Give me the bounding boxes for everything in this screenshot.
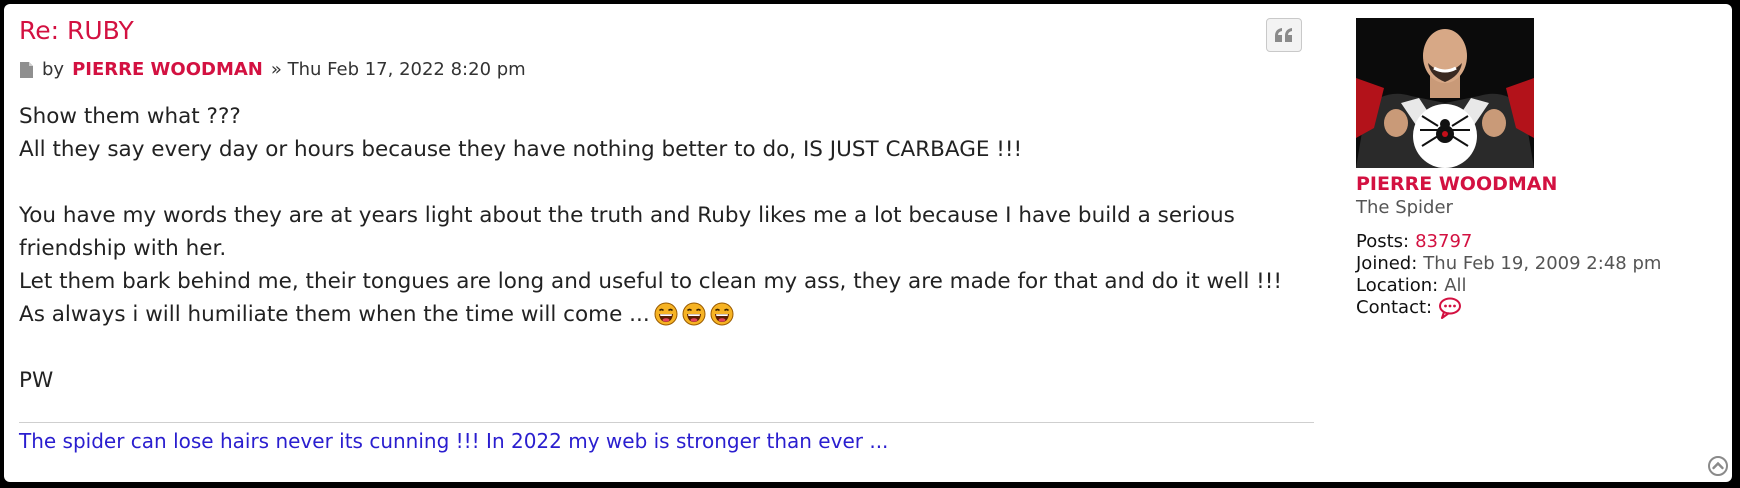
by-label: by: [42, 59, 65, 80]
laughing-emoji-icon: [654, 302, 678, 326]
speech-bubble-icon[interactable]: [1438, 297, 1462, 319]
joined-date: Thu Feb 19, 2009 2:48 pm: [1423, 253, 1662, 274]
profile-posts: Posts: 83797: [1356, 231, 1661, 253]
posts-label: Posts:: [1356, 231, 1410, 252]
location-label: Location:: [1356, 275, 1439, 296]
post-container: Re: RUBY by PIERRE WOODMAN » Thu Feb 17,…: [4, 4, 1732, 482]
post-line: Let them bark behind me, their tongues a…: [19, 269, 1282, 294]
emoji-group: [650, 302, 734, 327]
post-author-link[interactable]: PIERRE WOODMAN: [72, 59, 263, 80]
post-date: » Thu Feb 17, 2022 8:20 pm: [270, 59, 526, 80]
post-content: Show them what ??? All they say every da…: [19, 100, 1289, 397]
signature-divider: [19, 422, 1314, 423]
post-line: You have my words they are at years ligh…: [19, 203, 1235, 228]
profile-contact: Contact:: [1356, 297, 1661, 319]
chevron-up-circle-icon[interactable]: [1708, 456, 1728, 476]
signature: The spider can lose hairs never its cunn…: [19, 429, 889, 453]
posts-count-link[interactable]: 83797: [1415, 231, 1472, 253]
post-line-break: [19, 166, 1289, 199]
quote-button[interactable]: [1266, 18, 1302, 52]
post-line-break: [19, 331, 1289, 364]
laughing-emoji-icon: [682, 302, 706, 326]
quote-icon: [1275, 28, 1292, 42]
post-line: As always i will humiliate them when the…: [19, 298, 1289, 331]
location-value: All: [1444, 275, 1467, 296]
post-line: All they say every day or hours because …: [19, 137, 1023, 162]
file-icon[interactable]: [19, 61, 34, 79]
avatar-image: [1356, 18, 1534, 168]
profile-rank: The Spider: [1356, 197, 1453, 218]
post-line: PW: [19, 368, 54, 393]
profile-username-link[interactable]: PIERRE WOODMAN: [1356, 173, 1557, 195]
post-line-text: As always i will humiliate them when the…: [19, 302, 650, 327]
contact-label: Contact:: [1356, 297, 1433, 318]
post-line: friendship with her.: [19, 236, 227, 261]
profile-joined: Joined: Thu Feb 19, 2009 2:48 pm: [1356, 253, 1661, 275]
post-title[interactable]: Re: RUBY: [19, 16, 134, 45]
post-line: Show them what ???: [19, 104, 241, 129]
joined-label: Joined:: [1356, 253, 1418, 274]
laughing-emoji-icon: [710, 302, 734, 326]
profile-location: Location: All: [1356, 275, 1661, 297]
profile-details: Posts: 83797 Joined: Thu Feb 19, 2009 2:…: [1356, 231, 1661, 319]
post-meta: by PIERRE WOODMAN » Thu Feb 17, 2022 8:2…: [19, 59, 526, 80]
avatar[interactable]: [1356, 18, 1534, 168]
